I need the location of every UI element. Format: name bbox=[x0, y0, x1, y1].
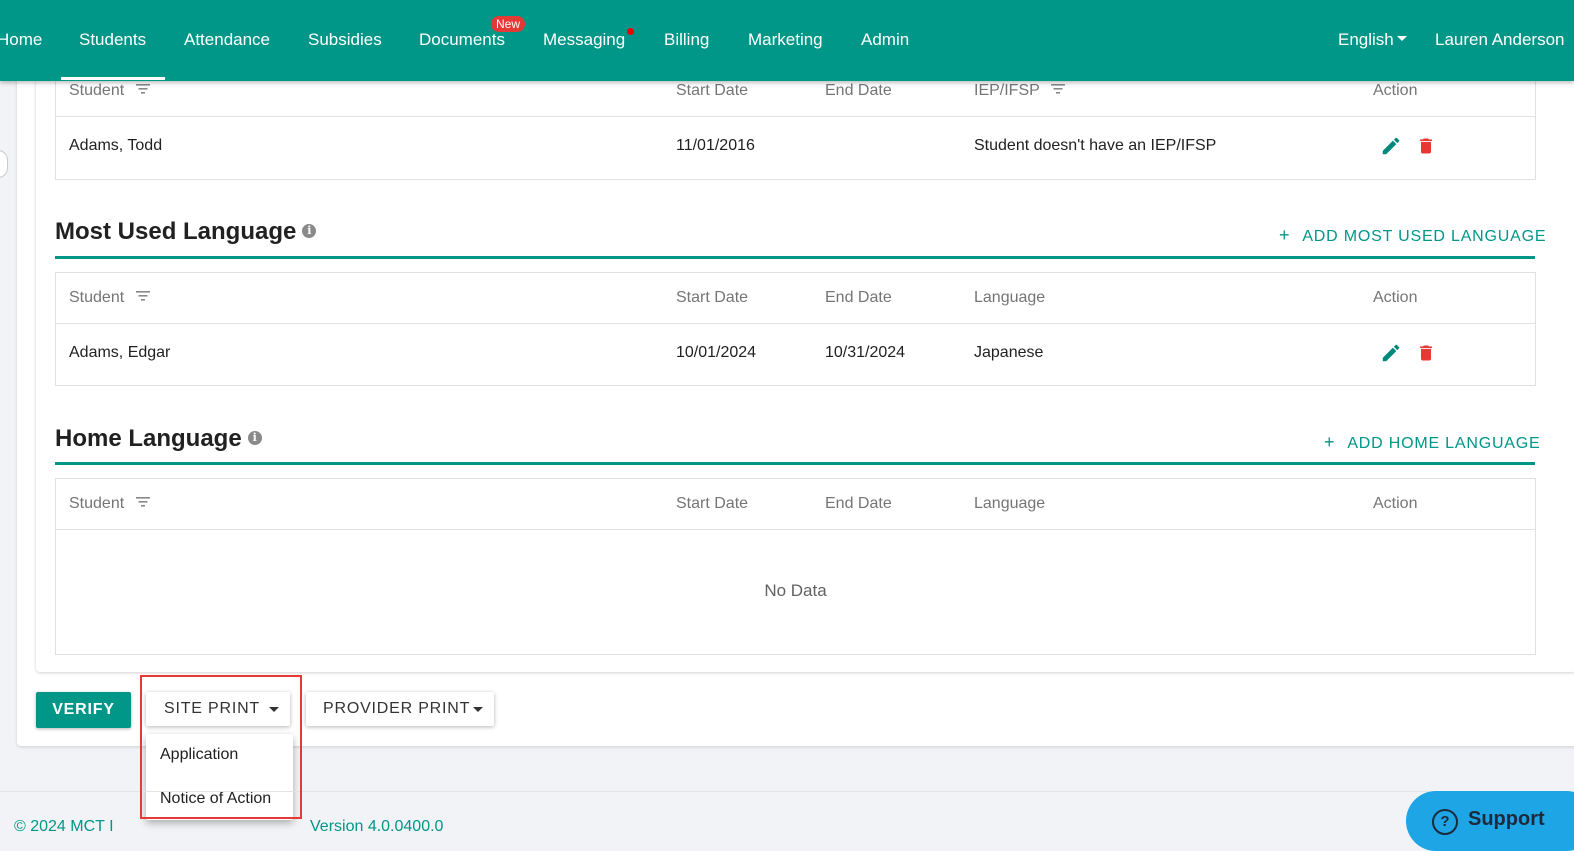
cell-end-date: 10/31/2024 bbox=[825, 344, 906, 361]
nav-billing[interactable]: Billing bbox=[664, 0, 709, 81]
add-label: ADD MOST USED LANGUAGE bbox=[1302, 228, 1547, 245]
footer-copyright[interactable]: © 2024 MCT I bbox=[14, 818, 114, 836]
home-language-table: Student Start Date End Date Language Act… bbox=[55, 478, 1536, 655]
column-header-student[interactable]: Student bbox=[69, 479, 150, 529]
nav-marketing[interactable]: Marketing bbox=[748, 0, 823, 81]
filter-icon[interactable] bbox=[135, 84, 150, 94]
column-header-start-date: Start Date bbox=[676, 289, 749, 306]
filter-icon[interactable] bbox=[1050, 84, 1065, 94]
nav-home[interactable]: Home bbox=[0, 0, 42, 81]
support-button[interactable]: ? Support bbox=[1406, 791, 1574, 851]
most-used-language-table: Student Start Date End Date Language Act… bbox=[55, 272, 1536, 386]
table-header: Student Start Date End Date Language Act… bbox=[56, 479, 1535, 530]
nav-active-indicator bbox=[61, 77, 165, 80]
column-header-end-date: End Date bbox=[825, 289, 892, 306]
iep-table: Student Start Date End Date IEP/IFSP Act… bbox=[55, 65, 1536, 180]
nav-attendance[interactable]: Attendance bbox=[184, 0, 270, 81]
row-actions bbox=[1380, 135, 1436, 162]
chevron-down-icon bbox=[1397, 36, 1407, 41]
nav-subsidies[interactable]: Subsidies bbox=[308, 0, 382, 81]
plus-icon: + bbox=[1279, 225, 1291, 245]
row-actions bbox=[1380, 342, 1436, 369]
column-label: Student bbox=[69, 495, 125, 512]
column-header-action: Action bbox=[1373, 495, 1418, 512]
cell-student: Adams, Todd bbox=[69, 137, 163, 154]
column-header-end-date: End Date bbox=[825, 495, 892, 512]
notification-dot bbox=[627, 28, 634, 35]
nav-admin[interactable]: Admin bbox=[861, 0, 909, 81]
edit-icon[interactable] bbox=[1380, 135, 1402, 157]
section-divider bbox=[55, 256, 1535, 259]
add-most-used-language-button[interactable]: + ADD MOST USED LANGUAGE bbox=[1279, 225, 1546, 246]
section-title-home-language: Home Language i bbox=[55, 425, 262, 453]
help-icon: ? bbox=[1432, 809, 1458, 835]
section-title-text: Home Language bbox=[55, 425, 242, 452]
empty-state: No Data bbox=[764, 581, 827, 600]
user-menu[interactable]: Lauren Anderson bbox=[1435, 0, 1565, 81]
edit-icon[interactable] bbox=[1380, 342, 1402, 364]
language-selector[interactable]: English bbox=[1338, 0, 1394, 81]
column-header-student[interactable]: Student bbox=[69, 273, 150, 323]
cell-start-date: 10/01/2024 bbox=[676, 344, 757, 361]
column-header-start-date: Start Date bbox=[676, 495, 749, 512]
filter-icon[interactable] bbox=[135, 291, 150, 301]
delete-icon[interactable] bbox=[1416, 135, 1436, 157]
nav-students[interactable]: Students bbox=[79, 0, 146, 81]
cell-student: Adams, Edgar bbox=[69, 344, 171, 361]
highlight-annotation bbox=[140, 675, 302, 819]
plus-icon: + bbox=[1324, 432, 1336, 452]
nav-messaging[interactable]: Messaging bbox=[543, 0, 625, 81]
table-row: Adams, Todd 11/01/2016 Student doesn't h… bbox=[56, 117, 1535, 177]
side-collapse-handle[interactable] bbox=[0, 150, 8, 178]
top-nav: Home Students Attendance Subsidies Docum… bbox=[0, 0, 1574, 81]
add-label: ADD HOME LANGUAGE bbox=[1347, 435, 1541, 452]
section-divider bbox=[55, 462, 1535, 465]
cell-start-date: 11/01/2016 bbox=[676, 137, 755, 154]
info-icon[interactable]: i bbox=[302, 223, 317, 238]
cell-language: Japanese bbox=[974, 344, 1044, 361]
column-label: Student bbox=[69, 82, 125, 99]
section-title-text: Most Used Language bbox=[55, 218, 297, 245]
column-header-action: Action bbox=[1373, 289, 1418, 306]
filter-icon[interactable] bbox=[135, 497, 150, 507]
column-header-language: Language bbox=[974, 495, 1046, 512]
footer-version: Version 4.0.0400.0 bbox=[310, 818, 444, 835]
info-icon[interactable]: i bbox=[247, 430, 262, 445]
button-label: PROVIDER PRINT bbox=[323, 700, 471, 717]
add-home-language-button[interactable]: + ADD HOME LANGUAGE bbox=[1324, 432, 1541, 453]
provider-print-button[interactable]: PROVIDER PRINT bbox=[306, 692, 494, 726]
verify-button[interactable]: VERIFY bbox=[36, 692, 131, 728]
new-badge: New bbox=[491, 16, 526, 32]
section-title-most-used-language: Most Used Language i bbox=[55, 218, 317, 246]
delete-icon[interactable] bbox=[1416, 342, 1436, 364]
column-label: Student bbox=[69, 289, 125, 306]
table-header: Student Start Date End Date Language Act… bbox=[56, 273, 1535, 324]
column-header-language: Language bbox=[974, 289, 1046, 306]
caret-down-icon bbox=[473, 707, 483, 712]
table-row: Adams, Edgar 10/01/2024 10/31/2024 Japan… bbox=[56, 324, 1535, 384]
cell-iep: Student doesn't have an IEP/IFSP bbox=[974, 137, 1217, 154]
column-label: IEP/IFSP bbox=[974, 82, 1040, 99]
nav-documents[interactable]: Documents bbox=[419, 0, 505, 81]
